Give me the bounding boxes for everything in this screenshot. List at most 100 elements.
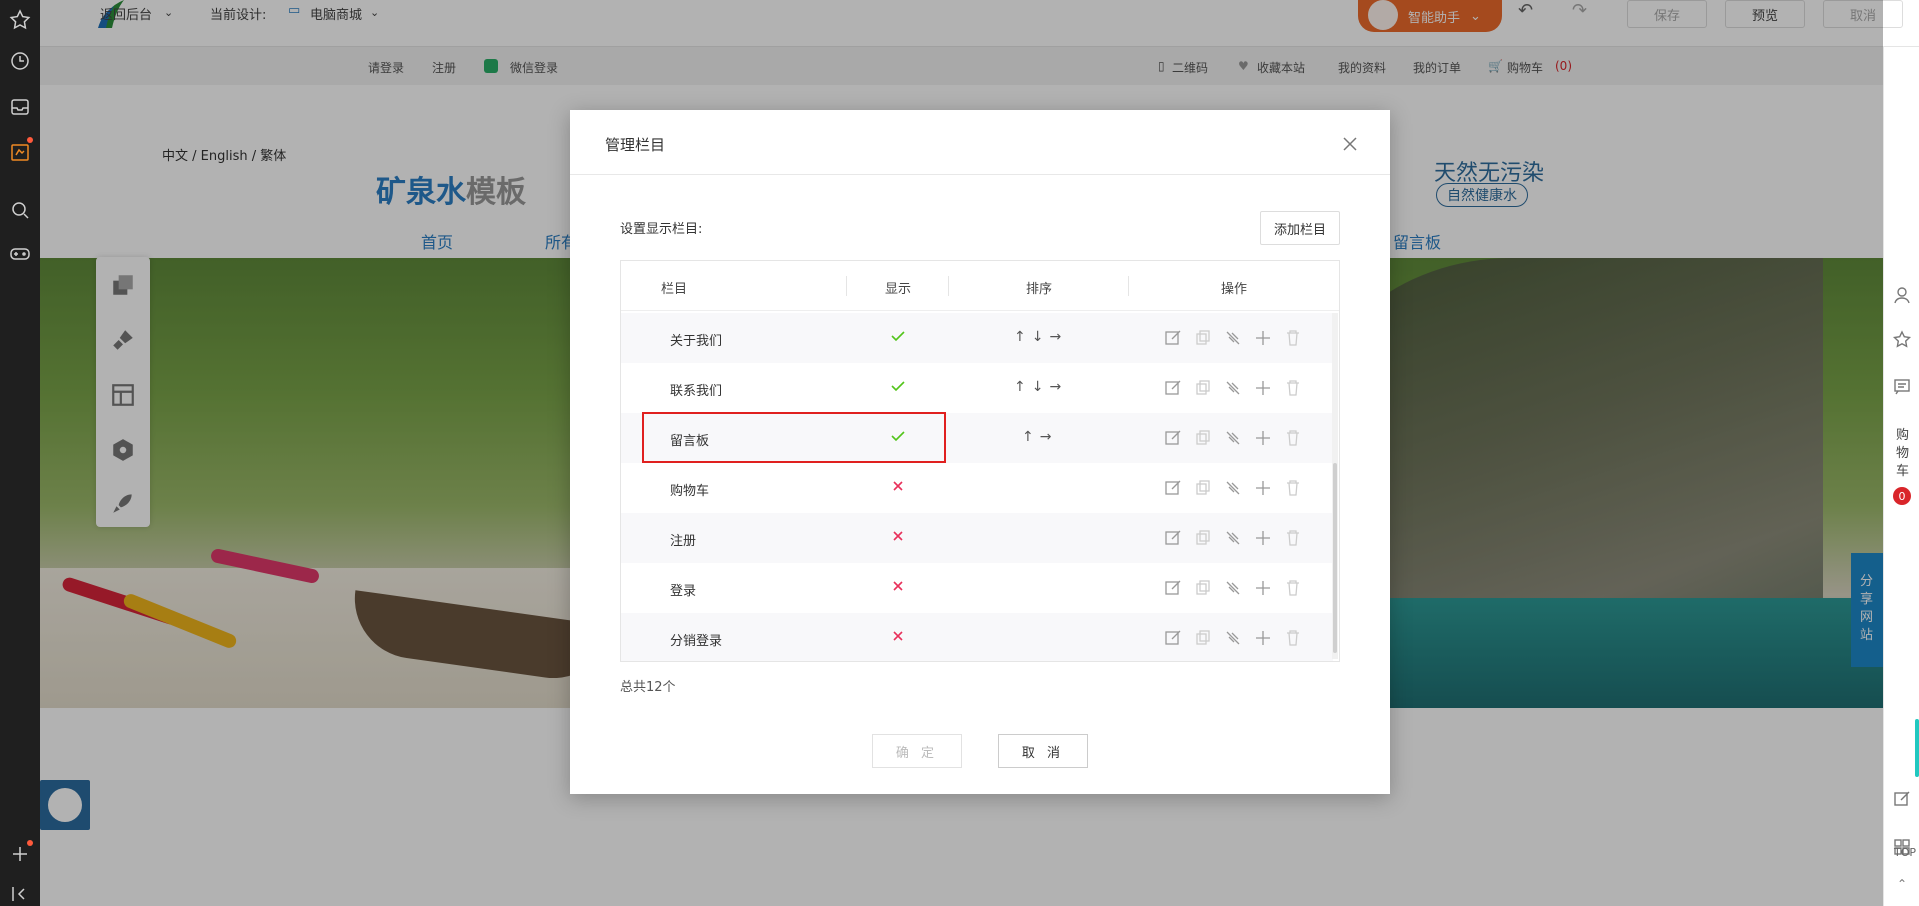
total-count: 总共12个 bbox=[620, 680, 676, 695]
row-name: 分销登录 bbox=[670, 634, 723, 649]
add-icon[interactable] bbox=[1254, 429, 1272, 447]
copy-icon[interactable] bbox=[1194, 379, 1212, 397]
add-icon[interactable] bbox=[1254, 329, 1272, 347]
back-to-top[interactable]: TOP bbox=[1894, 846, 1916, 859]
modal-cancel-button[interactable]: 取 消 bbox=[998, 734, 1088, 768]
scroll-accent bbox=[1915, 719, 1919, 777]
edit-icon[interactable] bbox=[1164, 329, 1182, 347]
close-icon[interactable] bbox=[1340, 134, 1360, 154]
delete-icon[interactable] bbox=[1284, 629, 1302, 647]
table-scrollbar[interactable] bbox=[1332, 313, 1338, 659]
row-name: 购物车 bbox=[670, 484, 710, 499]
gamepad-icon[interactable] bbox=[8, 242, 32, 266]
hide-icon[interactable] bbox=[1224, 379, 1242, 397]
row-name: 登录 bbox=[670, 584, 697, 599]
edit-icon[interactable] bbox=[1164, 379, 1182, 397]
delete-icon[interactable] bbox=[1284, 579, 1302, 597]
row-ops bbox=[1164, 329, 1302, 347]
hide-icon[interactable] bbox=[1224, 579, 1242, 597]
hide-icon[interactable] bbox=[1224, 529, 1242, 547]
search-icon[interactable] bbox=[8, 198, 32, 222]
table-row: 注册 bbox=[621, 513, 1333, 563]
cart-badge: 0 bbox=[1893, 487, 1911, 505]
row-ops bbox=[1164, 479, 1302, 497]
table-header: 栏目 显示 排序 操作 bbox=[621, 261, 1339, 311]
user-icon[interactable] bbox=[1892, 285, 1912, 305]
modal-title: 管理栏目 bbox=[605, 136, 666, 154]
add-column-button[interactable]: 添加栏目 bbox=[1260, 211, 1340, 245]
add-icon[interactable] bbox=[1254, 379, 1272, 397]
row-name: 关于我们 bbox=[670, 334, 723, 349]
row-ops bbox=[1164, 379, 1302, 397]
setting-label: 设置显示栏目: bbox=[620, 222, 703, 237]
copy-icon[interactable] bbox=[1194, 579, 1212, 597]
edit-icon[interactable] bbox=[1892, 789, 1912, 809]
manage-columns-modal: 管理栏目 设置显示栏目: 添加栏目 栏目 显示 排序 操作 关于我们 ↑↓→ 联… bbox=[570, 110, 1390, 794]
notification-dot bbox=[27, 137, 33, 143]
row-name: 注册 bbox=[670, 534, 697, 549]
col-separator bbox=[948, 276, 949, 296]
sort-arrows[interactable]: ↑↓→ bbox=[1014, 379, 1067, 395]
table-row: 登录 bbox=[621, 563, 1333, 613]
delete-icon[interactable] bbox=[1284, 429, 1302, 447]
table-row: 购物车 bbox=[621, 463, 1333, 513]
cross-icon[interactable] bbox=[889, 627, 907, 645]
star-icon[interactable] bbox=[1892, 330, 1912, 350]
row-ops bbox=[1164, 629, 1302, 647]
col-header-sort: 排序 bbox=[1026, 282, 1053, 297]
cart-vertical-label[interactable]: 购物车 bbox=[1896, 427, 1910, 481]
hide-icon[interactable] bbox=[1224, 329, 1242, 347]
hide-icon[interactable] bbox=[1224, 629, 1242, 647]
edit-icon[interactable] bbox=[1164, 629, 1182, 647]
collapse-icon[interactable] bbox=[8, 882, 32, 906]
row-ops bbox=[1164, 529, 1302, 547]
sort-arrows[interactable]: ↑→ bbox=[1022, 429, 1057, 445]
col-header-name: 栏目 bbox=[661, 282, 688, 297]
hide-icon[interactable] bbox=[1224, 479, 1242, 497]
highlight-box bbox=[642, 412, 946, 463]
col-separator bbox=[846, 276, 847, 296]
edit-icon[interactable] bbox=[1164, 429, 1182, 447]
cross-icon[interactable] bbox=[889, 577, 907, 595]
copy-icon[interactable] bbox=[1194, 329, 1212, 347]
message-icon[interactable] bbox=[1892, 377, 1912, 397]
chevron-up-icon[interactable]: ⌃ bbox=[1892, 877, 1912, 897]
delete-icon[interactable] bbox=[1284, 329, 1302, 347]
site-right-rail: 购物车 0 ⌃ TOP bbox=[1883, 47, 1919, 906]
inbox-icon[interactable] bbox=[8, 95, 32, 119]
add-icon[interactable] bbox=[1254, 529, 1272, 547]
row-name: 联系我们 bbox=[670, 384, 723, 399]
check-icon[interactable] bbox=[889, 377, 907, 395]
star-icon[interactable] bbox=[8, 8, 32, 32]
sort-arrows[interactable]: ↑↓→ bbox=[1014, 329, 1067, 345]
delete-icon[interactable] bbox=[1284, 479, 1302, 497]
edit-icon[interactable] bbox=[1164, 529, 1182, 547]
scrollbar-thumb[interactable] bbox=[1333, 463, 1337, 653]
confirm-button[interactable]: 确 定 bbox=[872, 734, 962, 768]
hide-icon[interactable] bbox=[1224, 429, 1242, 447]
edit-icon[interactable] bbox=[1164, 479, 1182, 497]
table-row: 分销登录 bbox=[621, 613, 1333, 661]
table-row: 联系我们 ↑↓→ bbox=[621, 363, 1333, 413]
cross-icon[interactable] bbox=[889, 477, 907, 495]
cross-icon[interactable] bbox=[889, 527, 907, 545]
delete-icon[interactable] bbox=[1284, 529, 1302, 547]
edit-icon[interactable] bbox=[1164, 579, 1182, 597]
col-header-ops: 操作 bbox=[1221, 282, 1248, 297]
row-ops bbox=[1164, 429, 1302, 447]
add-icon[interactable] bbox=[1254, 479, 1272, 497]
check-icon[interactable] bbox=[889, 327, 907, 345]
modal-divider bbox=[570, 174, 1390, 175]
copy-icon[interactable] bbox=[1194, 429, 1212, 447]
notification-dot bbox=[27, 840, 33, 846]
copy-icon[interactable] bbox=[1194, 479, 1212, 497]
add-icon[interactable] bbox=[1254, 579, 1272, 597]
copy-icon[interactable] bbox=[1194, 529, 1212, 547]
delete-icon[interactable] bbox=[1284, 379, 1302, 397]
clock-icon[interactable] bbox=[8, 49, 32, 73]
col-header-show: 显示 bbox=[885, 282, 912, 297]
design-icon[interactable] bbox=[8, 140, 32, 164]
copy-icon[interactable] bbox=[1194, 629, 1212, 647]
add-icon[interactable] bbox=[1254, 629, 1272, 647]
row-ops bbox=[1164, 579, 1302, 597]
